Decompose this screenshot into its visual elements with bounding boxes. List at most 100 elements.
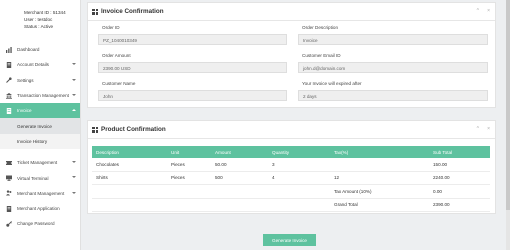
panel-header: Invoice Confirmation ^ ×: [88, 3, 495, 21]
table-cell: Pieces: [167, 171, 211, 185]
table-cell: 12: [330, 171, 429, 185]
panel-header: Product Confirmation ^ ×: [88, 121, 495, 139]
sidebar-item-label: Change Password: [17, 221, 55, 227]
table-row: Chocolates Pieces 50.00 3 150.00: [92, 158, 490, 172]
table-cell: 500: [211, 171, 268, 185]
customer-email-field: john.d@domain.com: [298, 62, 488, 73]
invoice-icon: [6, 107, 12, 114]
table-cell: 150.00: [429, 158, 490, 172]
sidebar-item-label: Merchant Management: [17, 190, 65, 196]
merchant-id: Merchant ID : 51344: [24, 10, 66, 15]
sidebar-item-label: Transaction Management: [17, 93, 69, 99]
product-table: Description Unit Amount Quantity Tax(%) …: [92, 146, 490, 212]
merchant-user: User : testdoc: [24, 17, 53, 23]
sidebar-item-label: Ticket Management: [17, 160, 58, 166]
invoice-confirmation-panel: Invoice Confirmation ^ × Order ID PZ_104…: [87, 2, 496, 108]
column-header: Tax(%): [330, 146, 429, 158]
ticket-icon: [6, 160, 12, 166]
sidebar-subitem-generate-invoice[interactable]: Generate Invoice: [0, 118, 80, 134]
chevron-down-icon: [72, 93, 76, 96]
table-cell: 2240.00: [429, 171, 490, 185]
order-amount-field: 2390.00 USD: [98, 62, 287, 73]
chevron-down-icon: [72, 161, 76, 164]
key-icon: [6, 220, 12, 227]
column-header: Sub Total: [429, 146, 490, 158]
collapse-icon[interactable]: ^: [477, 8, 479, 14]
sidebar-item-ticket-management[interactable]: Ticket Management: [0, 155, 80, 170]
close-icon[interactable]: ×: [487, 126, 490, 132]
bank-icon: [6, 92, 12, 99]
tax-value: 0.00: [429, 184, 490, 199]
table-cell: 3: [268, 158, 330, 172]
order-id-label: Order ID: [102, 25, 120, 30]
table-cell: 4: [268, 171, 330, 185]
sidebar-item-merchant-application[interactable]: Merchant Application: [0, 201, 80, 216]
order-description-label: Order Description: [302, 25, 338, 30]
sidebar-item-label: Invoice: [17, 108, 32, 114]
sidebar-item-settings[interactable]: Settings: [0, 73, 80, 88]
column-header: Amount: [211, 146, 268, 158]
customer-name-field: John: [98, 90, 287, 101]
order-id-field: PZ_1040010349: [98, 34, 287, 45]
table-cell: Chocolates: [92, 158, 167, 172]
merchant-info: Merchant ID : 51344 User : testdoc Statu…: [0, 0, 80, 31]
chevron-up-icon: [72, 109, 76, 112]
grand-total-row: Grand Total 2390.00: [92, 198, 490, 212]
sidebar-item-account-details[interactable]: Account Details: [0, 57, 80, 72]
product-confirmation-panel: Product Confirmation ^ × Description Uni…: [87, 120, 496, 214]
sidebar-nav: Dashboard Account Details Settings Trans…: [0, 42, 80, 232]
sidebar-subitem-label: Generate Invoice: [17, 123, 52, 129]
customer-email-label: Customer Email ID: [302, 53, 341, 58]
scrollbar[interactable]: [506, 0, 510, 250]
table-cell: [330, 158, 429, 172]
generate-invoice-button[interactable]: Generate Invoice: [263, 234, 316, 246]
sidebar-item-label: Merchant Application: [17, 206, 60, 212]
merchant-status: Status : Active: [24, 24, 54, 30]
collapse-icon[interactable]: ^: [477, 126, 479, 132]
column-header: Unit: [167, 146, 211, 158]
sidebar-item-virtual-terminal[interactable]: Virtual Terminal: [0, 170, 80, 185]
sidebar-item-label: Settings: [17, 77, 34, 83]
table-cell: Shirts: [92, 171, 167, 185]
chevron-down-icon: [72, 78, 76, 81]
sidebar-item-label: Virtual Terminal: [17, 175, 49, 181]
sidebar: Merchant ID : 51344 User : testdoc Statu…: [0, 0, 81, 250]
panel-title: Invoice Confirmation: [101, 8, 164, 15]
close-icon[interactable]: ×: [487, 8, 490, 14]
column-header: Quantity: [268, 146, 330, 158]
grid-icon: [92, 126, 98, 133]
sidebar-item-invoice[interactable]: Invoice: [0, 103, 80, 119]
sidebar-subitem-invoice-history[interactable]: Invoice History: [0, 133, 80, 150]
table-header-row: Description Unit Amount Quantity Tax(%) …: [92, 146, 490, 158]
column-header: Description: [92, 146, 167, 158]
chevron-down-icon: [72, 191, 76, 194]
users-icon: [6, 190, 12, 196]
sidebar-item-change-password[interactable]: Change Password: [0, 216, 80, 231]
tax-label: Tax Amount (10%): [330, 184, 429, 199]
panel-title: Product Confirmation: [101, 126, 166, 133]
chevron-down-icon: [72, 63, 76, 66]
sidebar-item-merchant-management[interactable]: Merchant Management: [0, 186, 80, 201]
order-amount-label: Order Amount: [102, 53, 131, 58]
customer-name-label: Customer Name: [102, 81, 136, 86]
chevron-down-icon: [72, 176, 76, 179]
sidebar-item-dashboard[interactable]: Dashboard: [0, 42, 80, 57]
grand-total-value: 2390.00: [429, 198, 490, 212]
sidebar-item-transaction-management[interactable]: Transaction Management: [0, 88, 80, 103]
monitor-icon: [6, 175, 12, 182]
bar-chart-icon: [6, 46, 12, 53]
invoice-expiry-label: Your Invoice will expired after: [302, 81, 362, 86]
grid-icon: [92, 8, 98, 15]
table-cell: Pieces: [167, 158, 211, 172]
wrench-icon: [6, 77, 12, 84]
document-icon: [6, 205, 12, 212]
document-icon: [6, 61, 12, 68]
sidebar-subitem-label: Invoice History: [17, 138, 48, 144]
table-cell: 50.00: [211, 158, 268, 172]
grand-total-label: Grand Total: [330, 198, 429, 212]
order-description-field: Invoice: [298, 34, 488, 45]
sidebar-item-label: Account Details: [17, 62, 49, 68]
table-row: Shirts Pieces 500 4 12 2240.00: [92, 171, 490, 185]
scrollbar-thumb[interactable]: [506, 0, 510, 210]
invoice-expiry-field: 2 days: [298, 90, 488, 101]
